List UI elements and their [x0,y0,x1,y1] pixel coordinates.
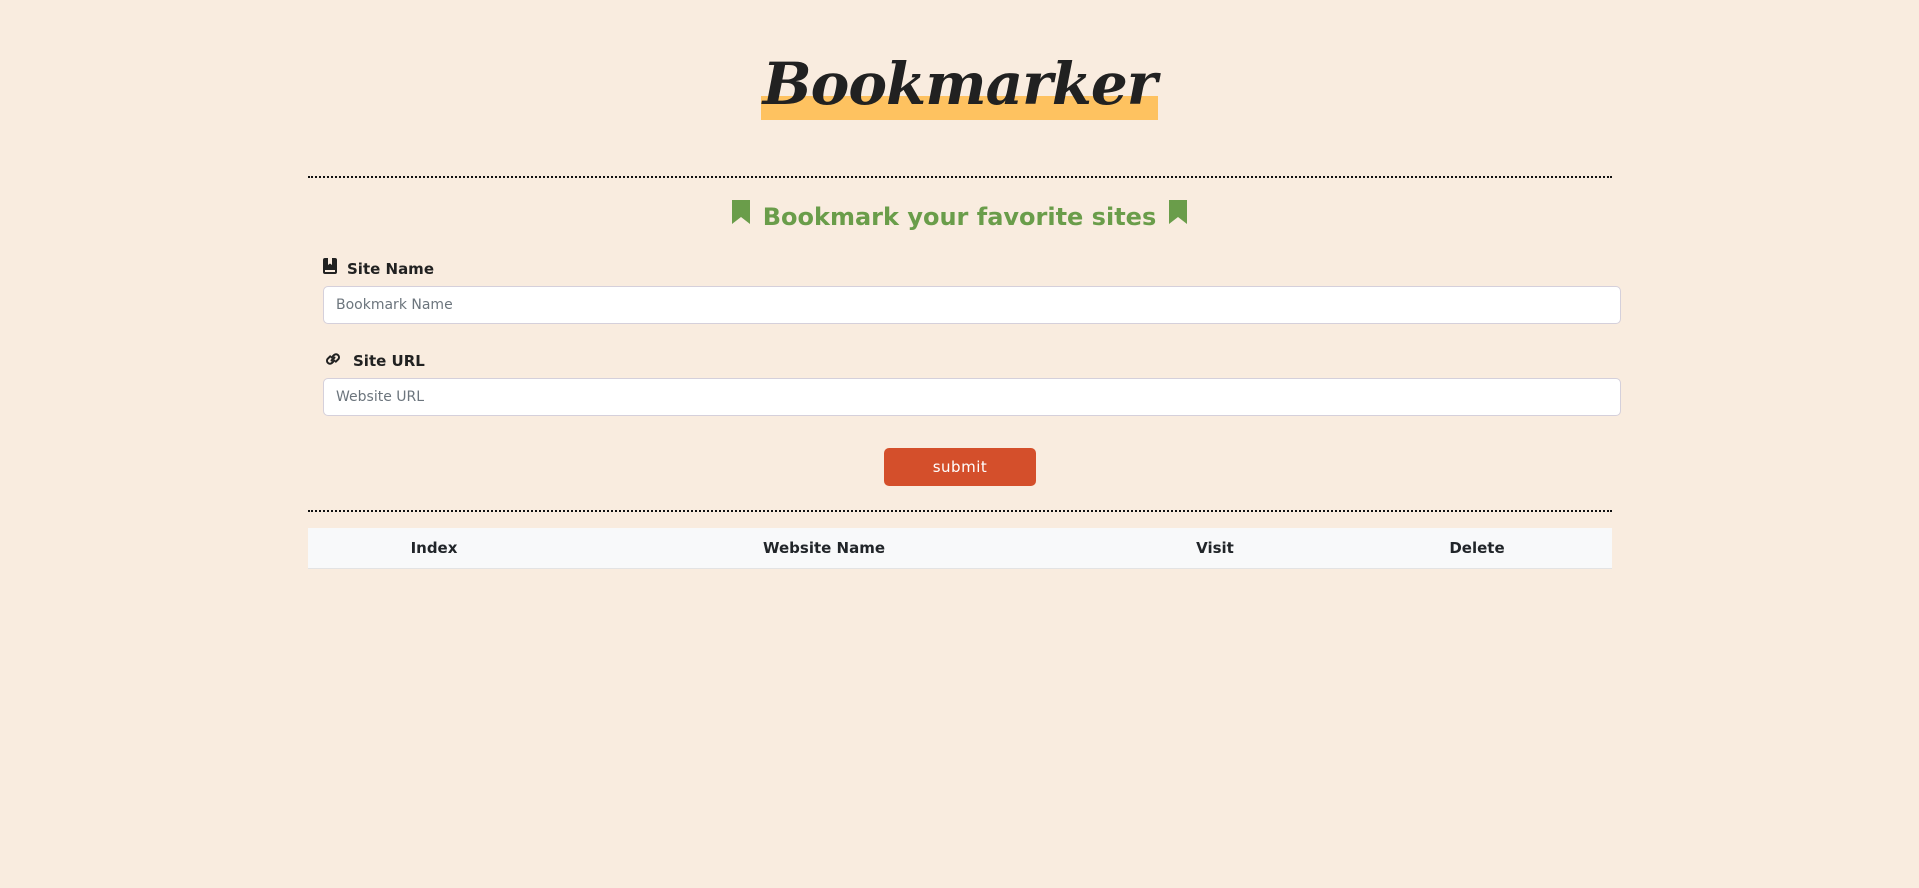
site-name-label-text: Site Name [347,259,434,278]
headline-text: Bookmark your favorite sites [762,203,1157,231]
column-header-delete: Delete [1449,539,1505,557]
link-icon [323,350,343,371]
bookmarks-table-header: Index Website Name Visit Delete [308,528,1612,569]
site-name-label: Site Name [323,258,434,279]
bottom-divider [308,510,1612,512]
column-header-index: Index [410,539,458,557]
top-divider [308,176,1612,178]
book-icon [323,258,337,279]
site-url-label-text: Site URL [353,351,425,370]
form-headline: Bookmark your favorite sites [0,199,1919,235]
column-header-website-name: Website Name [762,539,886,557]
bookmark-icon [1168,198,1187,234]
site-name-input[interactable] [323,286,1621,324]
app-logo-text: Bookmarker [762,50,1158,118]
header: Bookmarker [0,48,1919,120]
column-header-visit: Visit [1196,539,1234,557]
site-url-label: Site URL [323,350,425,371]
site-url-input[interactable] [323,378,1621,416]
bookmark-icon [732,198,751,234]
submit-button[interactable]: submit [884,448,1036,486]
app-logo: Bookmarker [760,48,1159,120]
